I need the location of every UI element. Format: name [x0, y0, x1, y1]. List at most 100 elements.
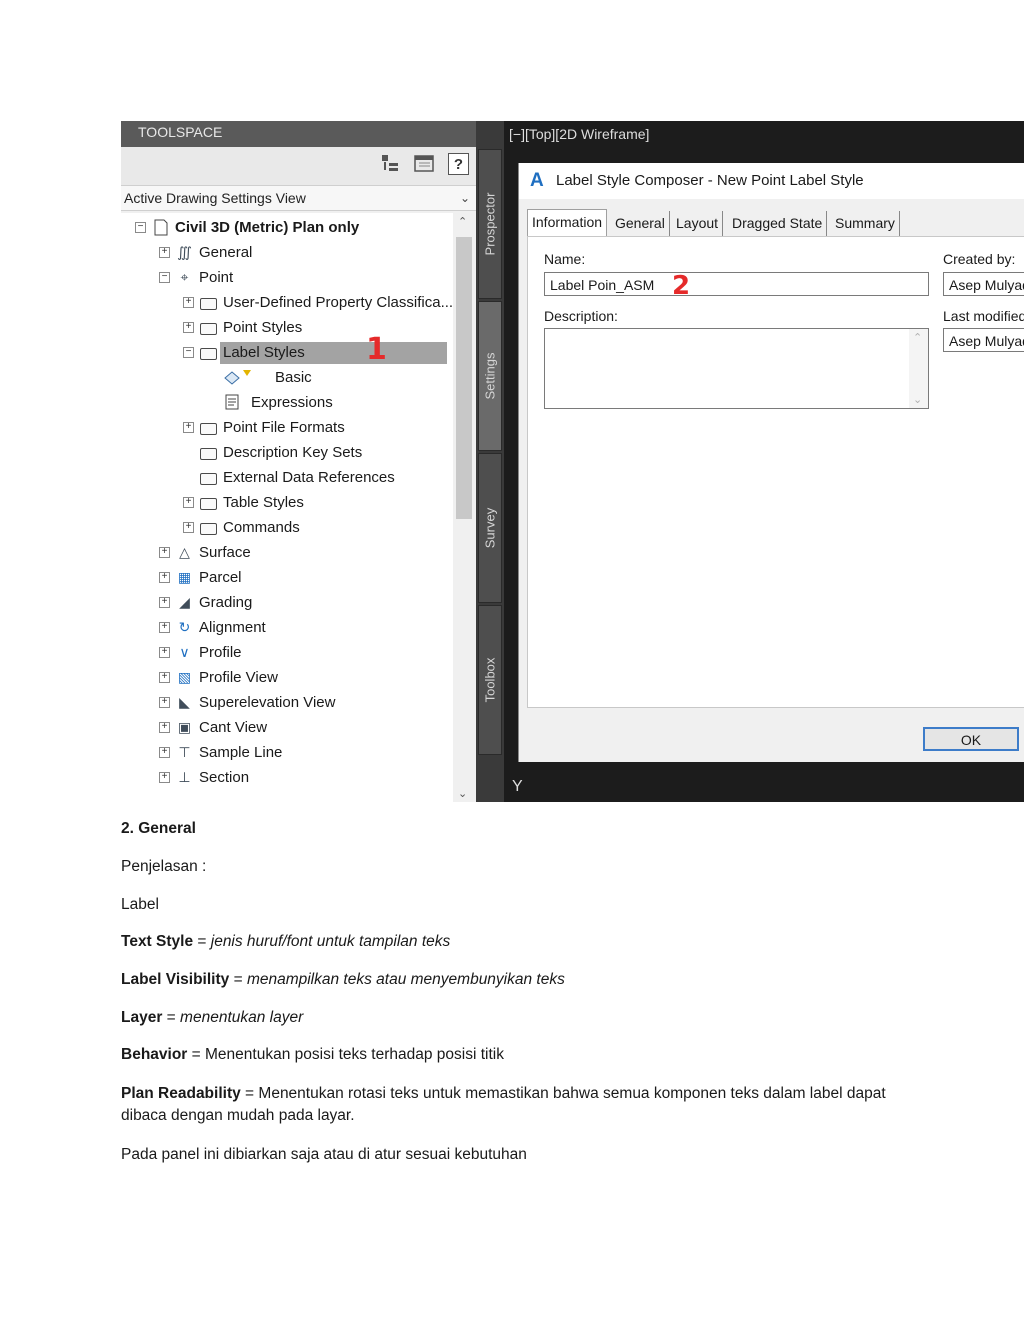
term: Layer [121, 1009, 163, 1026]
expand-icon[interactable]: + [183, 322, 194, 333]
separator: = [162, 1009, 181, 1026]
help-button[interactable]: ? [448, 153, 469, 175]
tab-survey[interactable]: Survey [478, 453, 502, 603]
tree-item-label: Surface [199, 544, 251, 561]
tree-item-label: Superelevation View [199, 694, 336, 711]
expand-icon[interactable]: + [159, 772, 170, 783]
description-scrollbar[interactable]: ⌃ ⌄ [909, 329, 928, 408]
dialog-title: Label Style Composer - New Point Label S… [556, 172, 864, 189]
chevron-down-icon[interactable]: ⌄ [913, 393, 922, 406]
parcel-icon: ▦ [177, 569, 192, 585]
chevron-up-icon[interactable]: ⌃ [458, 215, 467, 228]
viewport-controls-label[interactable]: [−][Top][2D Wireframe] [509, 126, 649, 142]
annotation-marker-1: 1 [366, 332, 387, 367]
description-field[interactable]: ⌃ ⌄ [544, 328, 929, 409]
tab-dragged-state[interactable]: Dragged State [728, 211, 828, 236]
label-style-composer-dialog: A Label Style Composer - New Point Label… [518, 163, 1024, 762]
expand-icon[interactable]: + [159, 722, 170, 733]
tab-information[interactable]: Information [527, 209, 608, 237]
tab-label: Survey [482, 507, 498, 549]
scrollbar-thumb[interactable] [456, 237, 472, 519]
term: Text Style [121, 933, 194, 950]
tab-label: Settings [482, 352, 498, 400]
expand-icon[interactable]: + [183, 297, 194, 308]
expand-icon[interactable]: + [183, 522, 194, 533]
heading-text: 2. General [121, 820, 196, 837]
chevron-up-icon[interactable]: ⌃ [913, 331, 922, 344]
expand-icon[interactable]: + [183, 422, 194, 433]
separator: = [229, 971, 247, 988]
folder-icon [199, 494, 218, 511]
tab-toolbox[interactable]: Toolbox [478, 605, 502, 755]
expand-icon[interactable]: + [159, 547, 170, 558]
collapse-icon[interactable]: − [159, 272, 170, 283]
expand-icon[interactable]: + [159, 672, 170, 683]
tab-label: Toolbox [482, 657, 498, 703]
expand-icon[interactable]: + [159, 647, 170, 658]
view-selector[interactable]: Active Drawing Settings View ⌄ [121, 185, 476, 211]
folder-icon [199, 469, 218, 486]
section-icon: ⊥ [178, 769, 191, 785]
tree-item-label: Profile View [199, 669, 278, 686]
tree-item-label: Commands [223, 519, 300, 536]
expand-icon[interactable]: + [159, 622, 170, 633]
tree-item-label: Section [199, 769, 250, 786]
folder-icon [199, 344, 218, 361]
panel-view-icon[interactable] [413, 153, 435, 175]
separator: = [240, 1085, 259, 1102]
definition-behavior: Behavior = Menentukan posisi teks terhad… [121, 1044, 921, 1066]
expand-icon[interactable]: + [159, 697, 170, 708]
created-by-label: Created by: [943, 251, 1016, 267]
item-view-icon[interactable] [379, 153, 401, 175]
alignment-icon: ↻ [178, 619, 191, 635]
toolspace-toolbar: ? [121, 147, 476, 185]
folder-icon [199, 319, 218, 336]
tab-settings[interactable]: Settings [478, 301, 502, 451]
grading-icon: ◢ [179, 594, 190, 610]
tree-item-label: Point File Formats [223, 419, 345, 436]
expand-icon[interactable]: + [159, 597, 170, 608]
expand-icon[interactable]: + [159, 247, 170, 258]
sample-line-icon: ⊤ [178, 744, 191, 760]
definition: menampilkan teks atau menyembunyikan tek… [246, 971, 565, 988]
created-by-field: Asep Mulyadi [943, 272, 1024, 296]
profile-view-icon: ▧ [177, 669, 192, 685]
definition: jenis huruf/font untuk tampilan teks [210, 933, 451, 950]
term: Plan Readability [121, 1085, 241, 1102]
definition: menentukan layer [180, 1009, 304, 1026]
definition-plan-readability: Plan Readability = Menentukan rotasi tek… [121, 1083, 911, 1127]
tab-prospector[interactable]: Prospector [478, 149, 502, 299]
tree-item-label: Basic [275, 369, 312, 386]
expand-icon[interactable]: + [183, 497, 194, 508]
tree-item-label: Label Styles [220, 342, 447, 364]
term: Behavior [121, 1046, 188, 1063]
name-field[interactable]: Label Poin_ASM [544, 272, 929, 296]
tree-item-label: Description Key Sets [223, 444, 363, 461]
expand-icon[interactable]: + [159, 747, 170, 758]
information-panel: Name: Label Poin_ASM 2 Description: ⌃ ⌄ … [527, 236, 1024, 708]
expand-icon[interactable]: + [159, 572, 170, 583]
surface-icon: △ [179, 544, 190, 560]
expressions-icon [223, 394, 242, 411]
intro-text: Penjelasan : [121, 858, 207, 875]
tree-item-label: Civil 3D (Metric) Plan only [175, 219, 360, 236]
toolspace-title: TOOLSPACE [121, 121, 476, 147]
ok-button[interactable]: OK [923, 727, 1019, 751]
tree-item-label: General [199, 244, 253, 261]
closing-text: Pada panel ini dibiarkan saja atau di at… [121, 1146, 527, 1163]
chevron-down-icon[interactable]: ⌄ [458, 787, 467, 800]
dialog-titlebar: A Label Style Composer - New Point Label… [519, 163, 1024, 199]
tab-summary[interactable]: Summary [831, 211, 900, 236]
collapse-icon[interactable]: − [135, 222, 146, 233]
tree-item-label: Cant View [199, 719, 268, 736]
definition-text-style: Text Style = jenis huruf/font untuk tamp… [121, 931, 921, 953]
tree-scrollbar[interactable]: ⌃ ⌄ [453, 213, 476, 802]
tree-item-label: Alignment [199, 619, 266, 636]
ucs-icon: Y [512, 778, 523, 795]
last-modified-label: Last modified [943, 308, 1024, 324]
tab-general[interactable]: General [611, 211, 670, 236]
tree-item-label: Sample Line [199, 744, 283, 761]
tab-layout[interactable]: Layout [672, 211, 724, 236]
collapse-icon[interactable]: − [183, 347, 194, 358]
profile-icon: ∨ [179, 644, 190, 660]
